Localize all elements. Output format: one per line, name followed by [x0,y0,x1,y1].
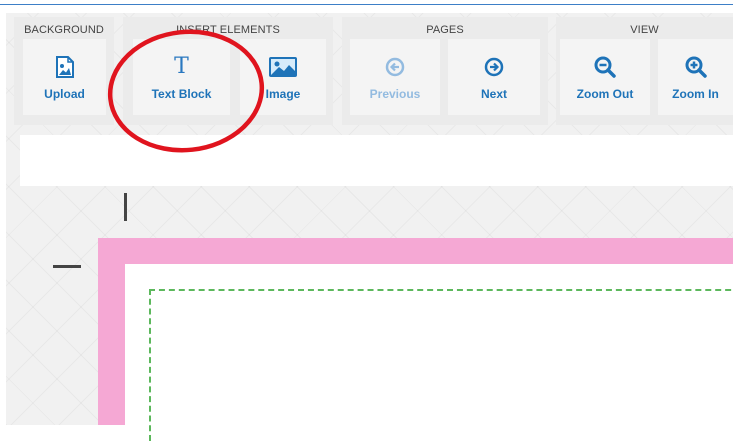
previous-page-button[interactable]: Previous [350,39,440,115]
text-block-label: Text Block [151,87,212,101]
top-border-line [0,4,733,5]
vertical-ruler-mark [124,193,127,221]
group-title-insert-elements: INSERT ELEMENTS [176,24,280,36]
zoom-in-label: Zoom In [672,87,719,101]
background-group: BACKGROUND Upload [14,17,114,125]
text-input-bar[interactable] [20,135,733,186]
next-label: Next [480,87,507,101]
horizontal-ruler-mark [53,265,81,268]
image-icon [268,55,298,79]
insert-elements-group: INSERT ELEMENTS T Text Block Image [123,17,333,125]
zoom-out-label: Zoom Out [576,87,634,101]
pages-group: PAGES Previous Next [342,17,548,125]
safe-area-guide [149,289,733,441]
arrow-right-circle-icon [484,55,504,79]
zoom-in-icon [685,55,707,79]
upload-image-icon [55,55,75,79]
zoom-out-button[interactable]: Zoom Out [560,39,650,115]
zoom-in-button[interactable]: Zoom In [658,39,733,115]
image-button[interactable]: Image [240,39,326,115]
toolbar: BACKGROUND Upload INSERT ELEMENTS T Text… [14,17,733,125]
upload-label: Upload [44,87,85,101]
next-page-button[interactable]: Next [448,39,540,115]
text-block-button[interactable]: T Text Block [133,39,230,115]
group-title-view: VIEW [630,24,659,36]
group-title-pages: PAGES [426,24,464,36]
view-group: VIEW Zoom Out Zoom In [556,17,733,125]
upload-button[interactable]: Upload [23,39,106,115]
zoom-out-icon [594,55,616,79]
image-label: Image [265,87,301,101]
group-title-background: BACKGROUND [24,24,104,36]
previous-label: Previous [369,87,421,101]
arrow-left-circle-icon [385,55,405,79]
text-t-icon: T [174,54,189,79]
